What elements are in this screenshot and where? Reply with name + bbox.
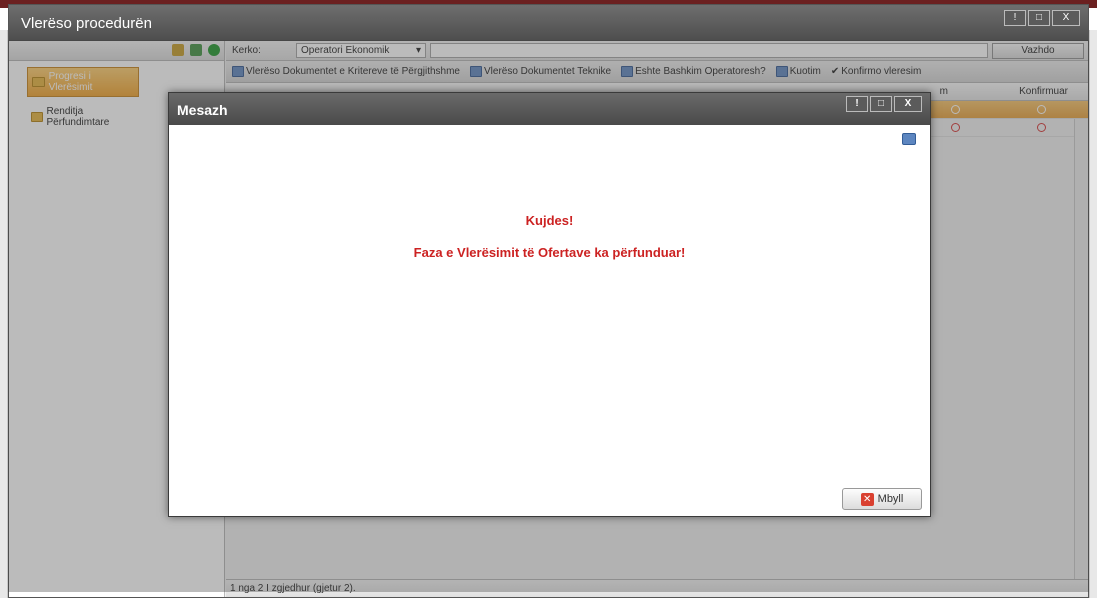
dialog-title: Mesazh	[177, 102, 228, 118]
close-dialog-button[interactable]: ✕ Mbyll	[842, 488, 922, 510]
main-window-title: Vlerëso procedurën	[21, 15, 152, 32]
maximize-button[interactable]: □	[1028, 10, 1050, 26]
dialog-heading: Kujdes!	[525, 213, 574, 228]
close-button-label: Mbyll	[877, 493, 904, 505]
dialog-titlebar: Mesazh ! □ X	[169, 93, 930, 125]
dialog-body: Kujdes! Faza e Vlerësimit të Ofertave ka…	[169, 125, 930, 516]
message-dialog: Mesazh ! □ X Kujdes! Faza e Vlerësimit t…	[168, 92, 931, 517]
dialog-close-button[interactable]: X	[894, 96, 922, 112]
dialog-help-button[interactable]: !	[846, 96, 868, 112]
close-icon: ✕	[860, 492, 874, 506]
main-titlebar: Vlerëso procedurën ! □ X	[9, 5, 1088, 41]
export-icon[interactable]	[902, 133, 916, 145]
close-window-button[interactable]: X	[1052, 10, 1080, 26]
help-button[interactable]: !	[1004, 10, 1026, 26]
dialog-maximize-button[interactable]: □	[870, 96, 892, 112]
background-left-edge	[0, 30, 8, 598]
dialog-message: Faza e Vlerësimit të Ofertave ka përfund…	[413, 245, 686, 260]
main-window-controls: ! □ X	[1002, 10, 1080, 26]
background-right-edge	[1089, 30, 1097, 598]
dialog-controls: ! □ X	[844, 96, 922, 112]
